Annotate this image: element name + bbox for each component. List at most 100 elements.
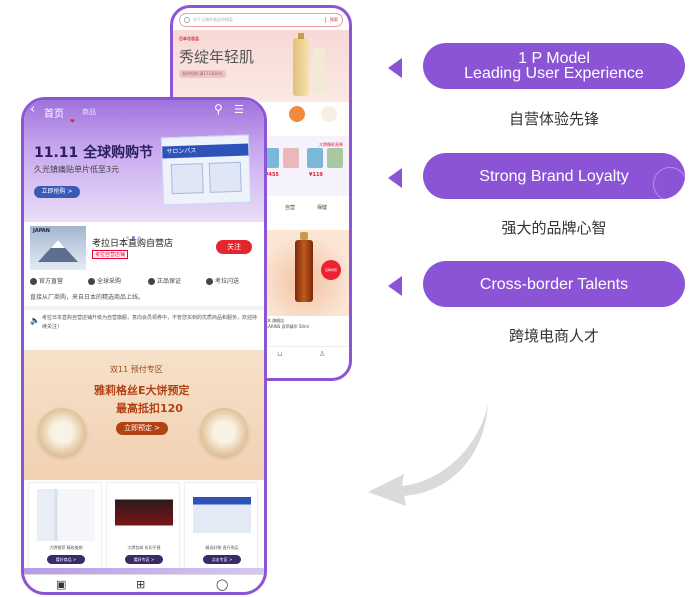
heart-icon: ❤ xyxy=(70,118,76,125)
user-icon[interactable]: ♙ xyxy=(319,350,325,358)
lotion-bottle-image xyxy=(293,33,309,96)
serum-product-image[interactable]: 直降特惠 xyxy=(261,230,349,316)
bolt-icon xyxy=(206,278,213,285)
header-product-tab[interactable]: 商品 xyxy=(82,107,96,117)
caption-price: ¥ xyxy=(263,330,347,336)
feature-caption-2: 强大的品牌心智 xyxy=(501,219,607,237)
cream-tube-image xyxy=(313,48,325,94)
search-icon[interactable]: ⚲ xyxy=(214,102,223,116)
feature-caption-3: 跨境电商人才 xyxy=(508,327,599,345)
product-image xyxy=(115,489,173,541)
store-logo-text: JAPAN xyxy=(33,228,50,234)
product-cards: 大牌推荐 精致美颜 看好商品 > 大牌包邮 折扣平替 看好专区 > 精选好物 直… xyxy=(28,482,260,574)
pointer-icon xyxy=(388,276,402,296)
menu-icon[interactable]: ☰ xyxy=(234,103,244,116)
product-card[interactable]: 精选好物 直升购买 点击专区 > xyxy=(184,482,258,570)
card-caption: 大牌包邮 折扣平替 xyxy=(127,545,161,550)
badge-global: 全球采购 xyxy=(88,276,121,285)
category-icon[interactable] xyxy=(321,106,337,122)
back-icon[interactable]: ‹ xyxy=(30,102,35,117)
globe-icon xyxy=(88,278,95,285)
card-button[interactable]: 看好商品 > xyxy=(47,555,85,564)
cosmetics-banner[interactable]: 日本化妆品 秀绽年轻肌 限时抢购 满171享好礼 xyxy=(173,30,349,102)
banner-subtitle: 久光镇痛贴单片低至3元 xyxy=(34,165,120,174)
product-image xyxy=(193,489,251,541)
service-badges: 官方直营 全球采购 正品保证 考拉闪送 xyxy=(30,276,262,288)
tab-self-operated[interactable]: 自营 xyxy=(285,204,295,211)
carousel-dot xyxy=(126,236,129,239)
patch-pack xyxy=(208,161,242,193)
pill-line-1: Cross-border Talents xyxy=(479,275,629,293)
product-thumb xyxy=(327,148,343,168)
pointer-icon xyxy=(388,168,402,188)
card-caption: 精选好物 直升购买 xyxy=(205,545,239,550)
carousel-dots xyxy=(126,224,144,243)
store-info: JAPAN 考拉日本直购自营店 考拉自营店铺 关注 xyxy=(30,226,258,272)
cart-tab-icon[interactable]: ◯ xyxy=(216,578,228,591)
box-label: サロンパス xyxy=(162,143,249,159)
banner-subtitle: 限时抢购 满171享好礼 xyxy=(179,70,226,78)
home-tab-icon[interactable]: ▣ xyxy=(56,578,66,591)
patch-pack xyxy=(170,163,204,195)
price-label: ¥455 xyxy=(265,172,279,178)
store-tag: 考拉自营店铺 xyxy=(92,250,129,259)
hero-banner[interactable]: ‹ 首页 商品 ⚲ ☰ ❤ 11.11 全球购购节 久光镇痛贴单片低至3元 立即… xyxy=(24,100,264,222)
product-card[interactable]: 大牌推荐 精致美颜 看好商品 > xyxy=(28,482,102,570)
check-icon xyxy=(30,278,37,285)
banner-buy-button[interactable]: 立即抢购 > xyxy=(34,186,80,198)
pointer-icon xyxy=(388,58,402,78)
banner-title: 11.11 全球购购节 xyxy=(34,145,154,161)
header-home-tab[interactable]: 首页 xyxy=(44,105,64,120)
presale-subtitle: 最高抵扣120 xyxy=(116,402,183,415)
serum-bottle xyxy=(295,232,313,302)
cart-icon[interactable]: ⊔ xyxy=(277,350,282,358)
origin-text: 直接从厂商购，来自日本的精选商品上线。 xyxy=(30,294,145,301)
presale-button[interactable]: 立即预定 > xyxy=(116,422,168,435)
feature-pill-1p-model: 1 P Model Leading User Experience xyxy=(423,43,685,89)
tab-health[interactable]: 保健 xyxy=(317,204,327,211)
carousel-dot xyxy=(138,236,141,239)
product-image xyxy=(37,489,95,541)
presale-header: 双11 预付专区 xyxy=(110,365,163,374)
feature-caption-1: 自营体验先锋 xyxy=(508,110,599,128)
presale-title: 雅莉格丝E大饼预定 xyxy=(94,384,190,397)
store-logo[interactable]: JAPAN xyxy=(30,226,86,270)
search-button[interactable]: 搜索 xyxy=(325,17,342,23)
discount-badge: 直降特惠 xyxy=(321,260,341,280)
price-label: ¥119 xyxy=(309,172,323,178)
badge-delivery: 考拉闪送 xyxy=(206,276,239,285)
search-bar[interactable]: 在千万海外商品中搜索 搜索 xyxy=(179,13,343,27)
cushion-compact-image xyxy=(38,408,86,456)
seal-icon xyxy=(653,167,685,199)
card-button[interactable]: 点击专区 > xyxy=(203,555,241,564)
badge-label: 官方直营 xyxy=(39,278,64,285)
shield-icon xyxy=(148,278,155,285)
badge-label: 正品保证 xyxy=(157,278,182,285)
badge-label: 全球采购 xyxy=(97,278,122,285)
category-tab-icon[interactable]: ⊞ xyxy=(136,578,145,591)
card-button[interactable]: 看好专区 > xyxy=(125,555,163,564)
banner-tag: 日本化妆品 xyxy=(179,36,199,41)
bottom-tab-bar: ▣ ⊞ ◯ xyxy=(24,574,264,592)
speaker-icon: 🔈 xyxy=(30,316,40,325)
product-thumb xyxy=(283,148,299,168)
pill-line-1: 1 P Model xyxy=(518,50,590,67)
badge-genuine: 正品保证 xyxy=(148,276,181,285)
product-card[interactable]: 大牌包邮 折扣平替 看好专区 > xyxy=(106,482,180,570)
store-notice: 🔈 考拉日本直购自营店铺升级为自营旗舰，意向会员领券中，不管您买到的优质商品和服… xyxy=(30,314,258,340)
carousel-dot xyxy=(132,236,135,239)
divider xyxy=(24,306,264,310)
app-header: ‹ 首页 商品 ⚲ ☰ xyxy=(24,100,264,122)
presale-banner[interactable]: 双11 预付专区 雅莉格丝E大饼预定 最高抵扣120 立即预定 > xyxy=(24,350,264,480)
front-phone-mockup: ‹ 首页 商品 ⚲ ☰ ❤ 11.11 全球购购节 久光镇痛贴单片低至3元 立即… xyxy=(21,97,267,595)
category-icon[interactable] xyxy=(289,106,305,122)
cushion-compact-image xyxy=(200,408,248,456)
follow-button[interactable]: 关注 xyxy=(216,240,252,254)
back-bottom-nav: ⊔ ♙ xyxy=(261,346,349,364)
feature-pill-talents: Cross-border Talents xyxy=(423,261,685,307)
search-input[interactable]: 在千万海外商品中搜索 xyxy=(193,17,325,23)
badge-label: 考拉闪送 xyxy=(215,278,240,285)
badge-official: 官方直营 xyxy=(30,276,63,285)
notice-text: 考拉日本直购自营店铺升级为自营旗舰，意向会员领券中，不管您买到的优质商品和服务，… xyxy=(42,315,258,330)
pill-line-2: Leading User Experience xyxy=(464,65,644,82)
